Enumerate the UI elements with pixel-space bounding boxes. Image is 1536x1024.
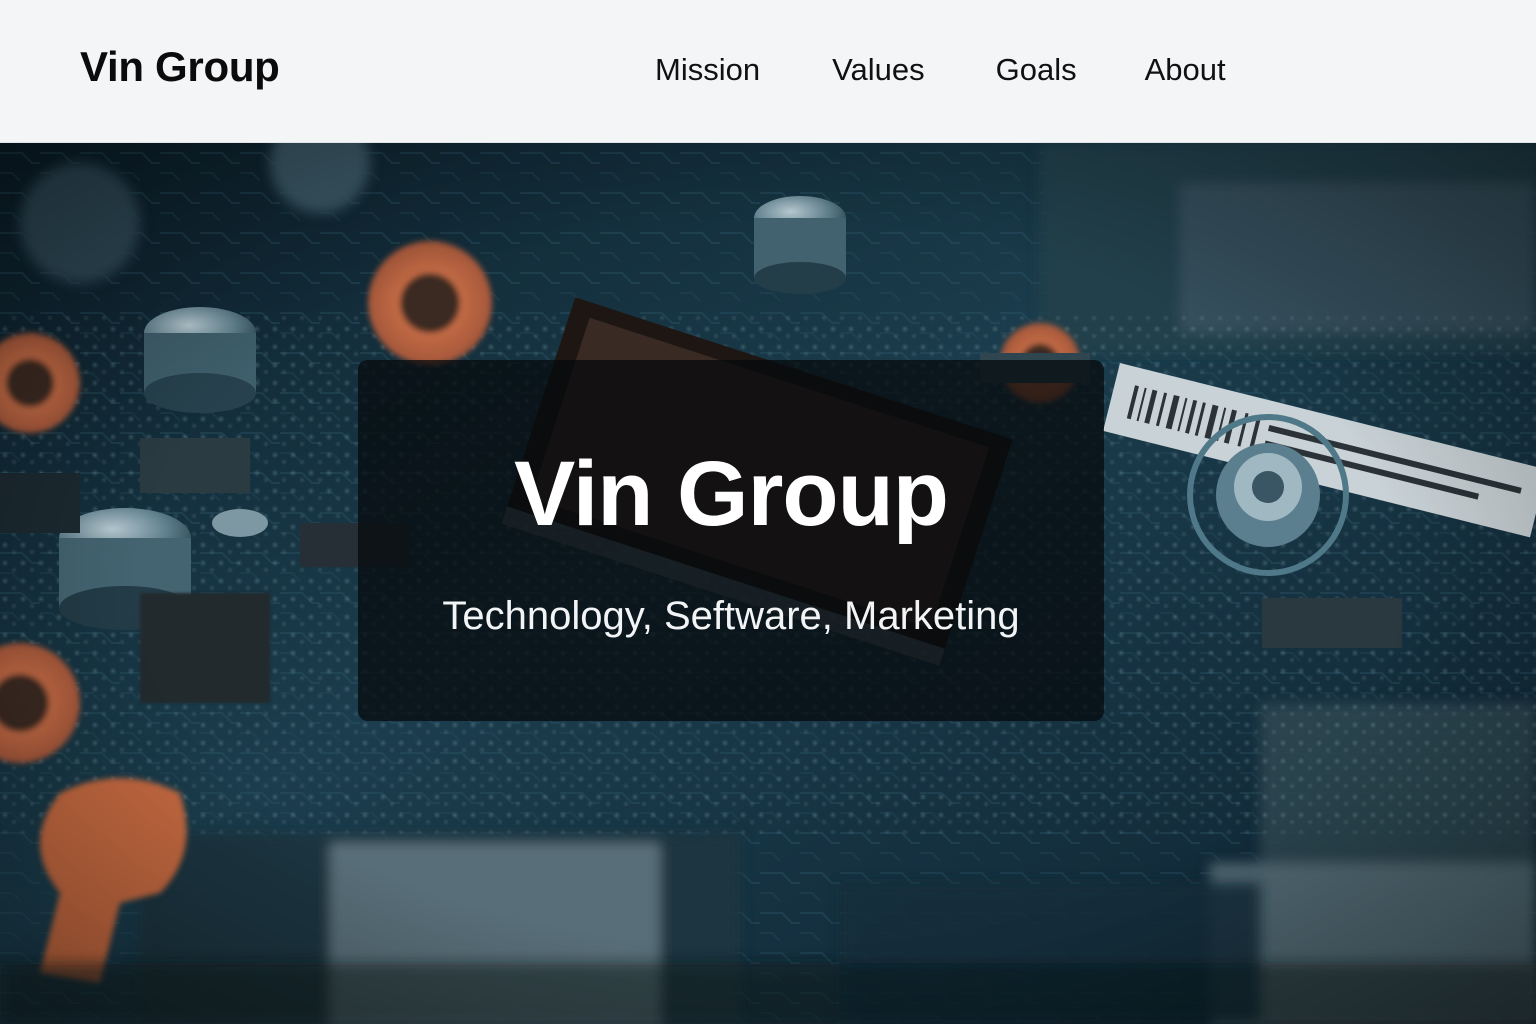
site-header: Vin Group Mission Values Goals About <box>0 0 1536 143</box>
hero-section: Vin Group Technology, Seftware, Marketin… <box>0 143 1536 1024</box>
brand-logo-text[interactable]: Vin Group <box>80 40 280 94</box>
nav-link-about[interactable]: About <box>1145 48 1226 92</box>
nav-link-goals[interactable]: Goals <box>996 48 1077 92</box>
hero-overlay-card: Vin Group Technology, Seftware, Marketin… <box>358 360 1104 721</box>
nav-link-values[interactable]: Values <box>832 48 925 92</box>
hero-subtitle: Technology, Seftware, Marketing <box>442 594 1020 638</box>
hero-title: Vin Group <box>514 443 949 545</box>
main-nav: Mission Values Goals About <box>655 48 1226 92</box>
nav-link-mission[interactable]: Mission <box>655 48 760 92</box>
